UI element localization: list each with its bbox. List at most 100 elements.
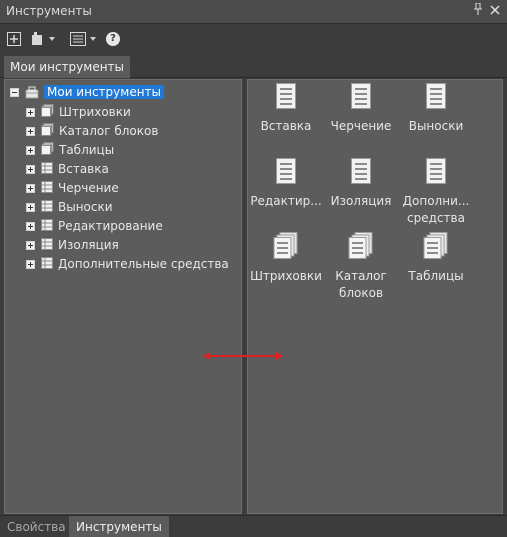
chevron-down-icon xyxy=(49,37,55,41)
collapse-icon[interactable] xyxy=(10,87,19,97)
tool-label: Дополни... средства xyxy=(396,193,476,227)
tool-label-line1: Каталог xyxy=(335,269,387,283)
tree-item[interactable]: Таблицы xyxy=(26,141,114,159)
expand-icon[interactable] xyxy=(26,145,35,155)
palette-icon xyxy=(41,180,53,196)
tree-item[interactable]: Дополнительные средства xyxy=(26,255,229,273)
palette-icon xyxy=(41,256,53,272)
tool-palette-item[interactable]: Каталог блоков xyxy=(321,232,401,302)
pin-icon[interactable] xyxy=(470,2,486,19)
tool-palette-item[interactable]: Дополни... средства xyxy=(396,157,476,227)
tool-label: Изоляция xyxy=(321,193,401,210)
tool-label-line1: Редактир... xyxy=(250,194,322,208)
tool-label: Каталог блоков xyxy=(321,268,401,302)
palette-icon xyxy=(41,199,53,215)
tool-label-line1: Штриховки xyxy=(250,269,322,283)
views-dropdown-button[interactable] xyxy=(31,31,55,47)
palette-group-icon xyxy=(41,123,54,139)
palette-icon xyxy=(321,157,401,185)
layout-dropdown-button[interactable] xyxy=(70,31,96,47)
tree-item-label: Редактирование xyxy=(58,219,163,233)
tree-item[interactable]: Штриховки xyxy=(26,103,131,121)
tools-panel: Вставка Черчение Выноски Редактир... Изоляци… xyxy=(247,79,503,514)
tool-palette-item[interactable]: Выноски xyxy=(396,82,476,135)
tool-label: Штриховки xyxy=(246,268,326,285)
tool-label-line2: средства xyxy=(407,211,465,225)
resize-cursor-icon xyxy=(203,352,283,360)
expand-icon[interactable] xyxy=(26,259,35,269)
tree-item-label: Черчение xyxy=(58,181,119,195)
tool-palette-item[interactable]: Изоляция xyxy=(321,157,401,210)
palette-group-icon xyxy=(396,232,476,260)
palette-icon xyxy=(396,157,476,185)
palette-icon xyxy=(396,82,476,110)
tool-label: Редактир... xyxy=(246,193,326,210)
views-icon xyxy=(32,32,42,45)
tree-item-label: Штриховки xyxy=(59,105,131,119)
new-palette-button[interactable] xyxy=(7,31,21,47)
tree-item-label: Выноски xyxy=(58,200,113,214)
expand-icon[interactable] xyxy=(26,126,35,136)
palette-icon xyxy=(246,157,326,185)
palette-icon xyxy=(246,82,326,110)
tree-item[interactable]: Изоляция xyxy=(26,236,119,254)
close-icon[interactable] xyxy=(487,3,503,19)
tool-palette-item[interactable]: Таблицы xyxy=(396,232,476,285)
tool-label-line1: Изоляция xyxy=(330,194,392,208)
palette-group-icon xyxy=(321,232,401,260)
tool-palette-item[interactable]: Черчение xyxy=(321,82,401,135)
palette-icon xyxy=(41,237,53,253)
help-icon: ? xyxy=(106,32,120,46)
palette-group-icon xyxy=(41,104,54,120)
tool-label-line1: Черчение xyxy=(330,119,392,133)
tool-label: Вставка xyxy=(246,118,326,135)
list-view-icon xyxy=(70,32,86,46)
expand-icon[interactable] xyxy=(26,164,35,174)
tab-properties[interactable]: Свойства xyxy=(0,516,73,537)
tree-item-label: Дополнительные средства xyxy=(58,257,229,271)
expand-icon[interactable] xyxy=(26,183,35,193)
tree-item-label: Таблицы xyxy=(59,143,115,157)
window-titlebar: Инструменты xyxy=(0,0,507,24)
tree-item[interactable]: Каталог блоков xyxy=(26,122,158,140)
palette-icon xyxy=(41,218,53,234)
new-palette-icon xyxy=(7,32,21,46)
tree-root[interactable]: Мои инструменты xyxy=(10,83,165,101)
bottom-tab-bar: Свойства Инструменты xyxy=(0,515,507,537)
palette-group-icon xyxy=(246,232,326,260)
expand-icon[interactable] xyxy=(26,221,35,231)
help-button[interactable]: ? xyxy=(106,31,120,47)
tool-label-line1: Дополни... xyxy=(402,194,470,208)
tree-item-label: Каталог блоков xyxy=(59,124,159,138)
expand-icon[interactable] xyxy=(26,202,35,212)
tool-palette-item[interactable]: Вставка xyxy=(246,82,326,135)
tab-my-tools[interactable]: Мои инструменты xyxy=(4,56,131,78)
tree-item-label: Изоляция xyxy=(58,238,119,252)
toolbar: ? xyxy=(0,26,507,52)
expand-icon[interactable] xyxy=(26,240,35,250)
top-tab-bar: Мои инструменты xyxy=(0,52,507,78)
tree-item[interactable]: Редактирование xyxy=(26,217,163,235)
tool-label-line1: Выноски xyxy=(408,119,464,133)
tool-label: Выноски xyxy=(396,118,476,135)
palette-group-icon xyxy=(41,142,54,158)
tool-label-line1: Вставка xyxy=(260,119,312,133)
chevron-down-icon xyxy=(90,37,96,41)
tree-item[interactable]: Выноски xyxy=(26,198,113,216)
tool-label: Таблицы xyxy=(396,268,476,285)
tree-panel: Мои инструменты Штриховки Каталог блоков Т… xyxy=(4,79,242,514)
tool-palette-item[interactable]: Штриховки xyxy=(246,232,326,285)
tool-palette-item[interactable]: Редактир... xyxy=(246,157,326,210)
tree-item[interactable]: Вставка xyxy=(26,160,109,178)
window-title: Инструменты xyxy=(6,4,92,18)
expand-icon[interactable] xyxy=(26,107,35,117)
tool-label: Черчение xyxy=(321,118,401,135)
tab-tools[interactable]: Инструменты xyxy=(69,516,169,537)
tree-root-label: Мои инструменты xyxy=(44,85,165,99)
palette-icon xyxy=(321,82,401,110)
palette-icon xyxy=(41,161,53,177)
tree-item-label: Вставка xyxy=(58,162,109,176)
tool-label-line1: Таблицы xyxy=(408,269,464,283)
toolbox-icon xyxy=(25,86,39,98)
tree-item[interactable]: Черчение xyxy=(26,179,119,197)
